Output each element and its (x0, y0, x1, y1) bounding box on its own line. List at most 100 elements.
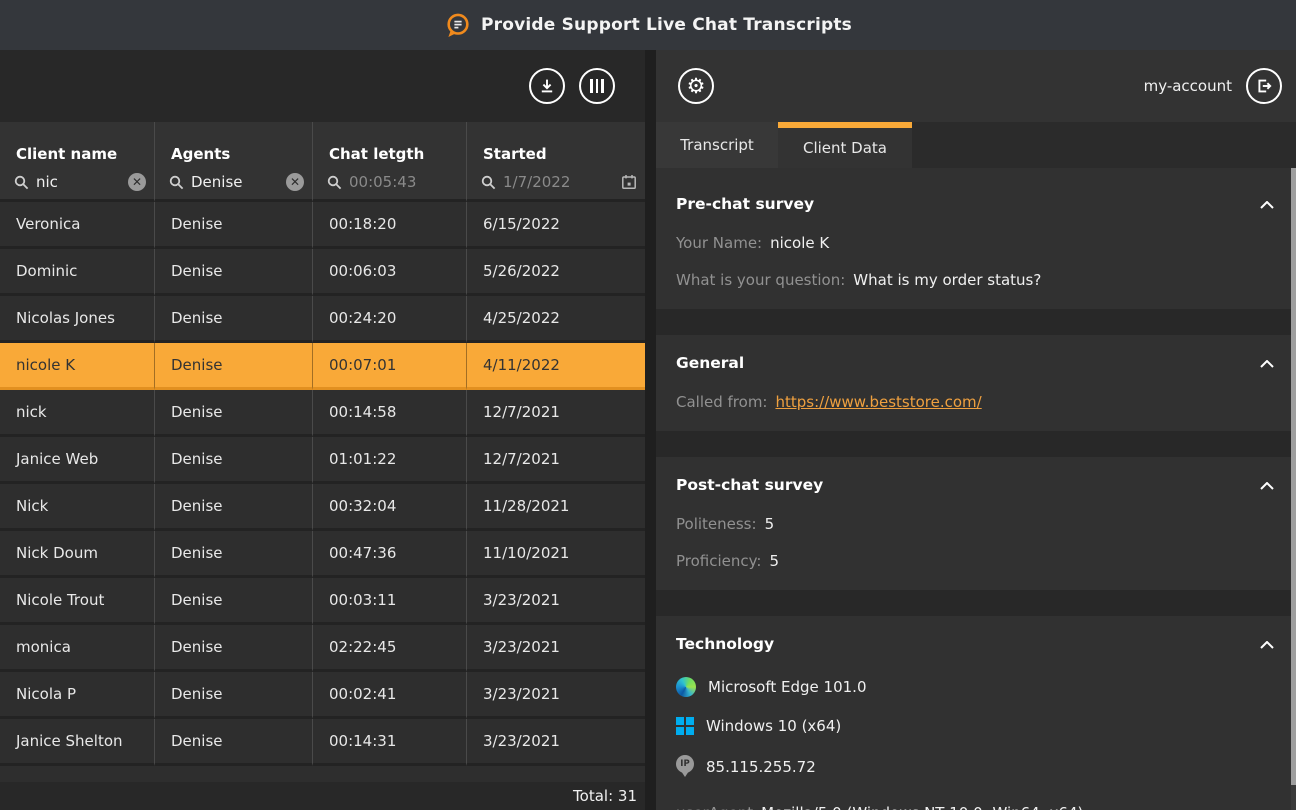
field-row: Called from: https://www.beststore.com/ (676, 392, 1276, 413)
tab-transcript[interactable]: Transcript (656, 122, 778, 168)
cell-client-name: nick (0, 390, 155, 437)
table-row[interactable]: Dominic Denise 00:06:03 5/26/2022 (0, 249, 645, 296)
table-row[interactable]: Nicole Trout Denise 00:03:11 3/23/2021 (0, 578, 645, 625)
table-row[interactable]: nick Denise 00:14:58 12/7/2021 (0, 390, 645, 437)
app-title: Provide Support Live Chat Transcripts (481, 15, 852, 35)
section-gap (656, 309, 1296, 335)
column-header-chat-length[interactable]: Chat letgth (313, 122, 467, 165)
collapse-button[interactable] (1258, 630, 1276, 657)
table-header-row: Client name Agents Chat letgth Started (0, 122, 645, 165)
column-header-agents[interactable]: Agents (155, 122, 313, 165)
cell-client-name: Janice Web (0, 437, 155, 484)
cell-agent: Denise (155, 531, 313, 578)
cell-client-name: Dominic (0, 249, 155, 296)
cell-client-name: Nick (0, 484, 155, 531)
app-logo-icon (444, 12, 471, 39)
transcripts-toolbar (0, 50, 645, 122)
table-row[interactable]: Janice Web Denise 01:01:22 12/7/2021 (0, 437, 645, 484)
cell-chat-length: 00:14:31 (313, 719, 467, 766)
cell-client-name: Nicola P (0, 672, 155, 719)
cell-chat-length: 01:01:22 (313, 437, 467, 484)
app-header: Provide Support Live Chat Transcripts (0, 0, 1296, 50)
settings-button[interactable]: ⚙ (678, 68, 714, 104)
cell-agent: Denise (155, 249, 313, 296)
field-label: Called from: (676, 393, 767, 411)
cell-started: 12/7/2021 (467, 390, 645, 437)
cell-started: 11/10/2021 (467, 531, 645, 578)
windows-os-icon (676, 717, 694, 735)
cell-client-name: nicole K (0, 343, 155, 390)
download-button[interactable] (529, 68, 565, 104)
field-label: What is your question: (676, 271, 845, 289)
field-value: 5 (765, 515, 775, 533)
download-icon (537, 76, 557, 96)
collapse-button[interactable] (1258, 471, 1276, 498)
field-value: nicole K (770, 234, 829, 252)
collapse-button[interactable] (1258, 349, 1276, 376)
scrollbar-thumb[interactable] (1291, 168, 1296, 785)
field-row: Your Name: nicole K (676, 233, 1276, 254)
section-gap (656, 590, 1296, 616)
cell-agent: Denise (155, 437, 313, 484)
agents-filter-input[interactable] (191, 173, 279, 191)
section-title: Technology (676, 635, 774, 653)
tab-client-data[interactable]: Client Data (778, 122, 912, 168)
cell-chat-length: 00:47:36 (313, 531, 467, 578)
cell-agent: Denise (155, 343, 313, 390)
field-label: Politeness: (676, 515, 757, 533)
table-row-selected[interactable]: nicole K Denise 00:07:01 4/11/2022 (0, 343, 645, 390)
transcripts-table: Client name Agents Chat letgth Started ✕… (0, 122, 645, 810)
chat-length-filter (313, 165, 467, 202)
cell-client-name: Veronica (0, 202, 155, 249)
field-label: Your Name: (676, 234, 762, 252)
table-row[interactable]: Janice Shelton Denise 00:14:31 3/23/2021 (0, 719, 645, 766)
cell-agent: Denise (155, 296, 313, 343)
cell-chat-length: 00:18:20 (313, 202, 467, 249)
browser-row: Microsoft Edge 101.0 (676, 677, 1276, 697)
columns-settings-button[interactable] (579, 68, 615, 104)
section-title: General (676, 354, 744, 372)
calendar-icon[interactable] (621, 174, 637, 190)
table-row[interactable]: Veronica Denise 00:18:20 6/15/2022 (0, 202, 645, 249)
user-agent-row: userAgentMozilla/5.0 (Windows NT 10.0; W… (676, 801, 1276, 810)
called-from-link[interactable]: https://www.beststore.com/ (775, 393, 981, 411)
total-count: Total: 31 (573, 787, 637, 805)
table-row[interactable]: monica Denise 02:22:45 3/23/2021 (0, 625, 645, 672)
cell-chat-length: 00:03:11 (313, 578, 467, 625)
detail-panel: ⚙ my-account Transcript Client Data Pre-… (656, 50, 1296, 810)
clear-filter-icon[interactable]: ✕ (128, 173, 146, 191)
cell-agent: Denise (155, 578, 313, 625)
field-value: What is my order status? (853, 271, 1041, 289)
cell-chat-length: 00:14:58 (313, 390, 467, 437)
cell-started: 5/26/2022 (467, 249, 645, 296)
field-value: 5 (769, 552, 779, 570)
started-filter-input[interactable] (503, 173, 614, 191)
table-row[interactable]: Nicolas Jones Denise 00:24:20 4/25/2022 (0, 296, 645, 343)
cell-agent: Denise (155, 390, 313, 437)
logout-button[interactable] (1246, 68, 1282, 104)
search-icon (14, 175, 29, 190)
clear-filter-icon[interactable]: ✕ (286, 173, 304, 191)
client-data-content: Pre-chat survey Your Name:nicole K What … (656, 168, 1296, 810)
cell-agent: Denise (155, 719, 313, 766)
account-name: my-account (1144, 77, 1232, 95)
scrollbar[interactable] (1291, 168, 1296, 810)
section-technology: Technology Microsoft Edge 101.0 Windows … (656, 616, 1296, 810)
gear-icon: ⚙ (687, 76, 706, 97)
client-name-filter-input[interactable] (36, 173, 121, 191)
cell-client-name: Janice Shelton (0, 719, 155, 766)
column-header-started[interactable]: Started (467, 122, 645, 165)
collapse-button[interactable] (1258, 190, 1276, 217)
column-header-client-name[interactable]: Client name (0, 122, 155, 165)
cell-client-name: Nicole Trout (0, 578, 155, 625)
cell-chat-length: 00:07:01 (313, 343, 467, 390)
ip-row: IP 85.115.255.72 (676, 755, 1276, 779)
user-agent-label: userAgent (676, 804, 753, 810)
section-post-chat-survey: Post-chat survey Politeness:5 Proficienc… (656, 457, 1296, 590)
table-row[interactable]: Nick Doum Denise 00:47:36 11/10/2021 (0, 531, 645, 578)
cell-started: 3/23/2021 (467, 672, 645, 719)
table-row[interactable]: Nick Denise 00:32:04 11/28/2021 (0, 484, 645, 531)
table-row[interactable]: Nicola P Denise 00:02:41 3/23/2021 (0, 672, 645, 719)
field-row: Politeness: 5 (676, 514, 1276, 535)
chat-length-filter-input[interactable] (349, 173, 458, 191)
